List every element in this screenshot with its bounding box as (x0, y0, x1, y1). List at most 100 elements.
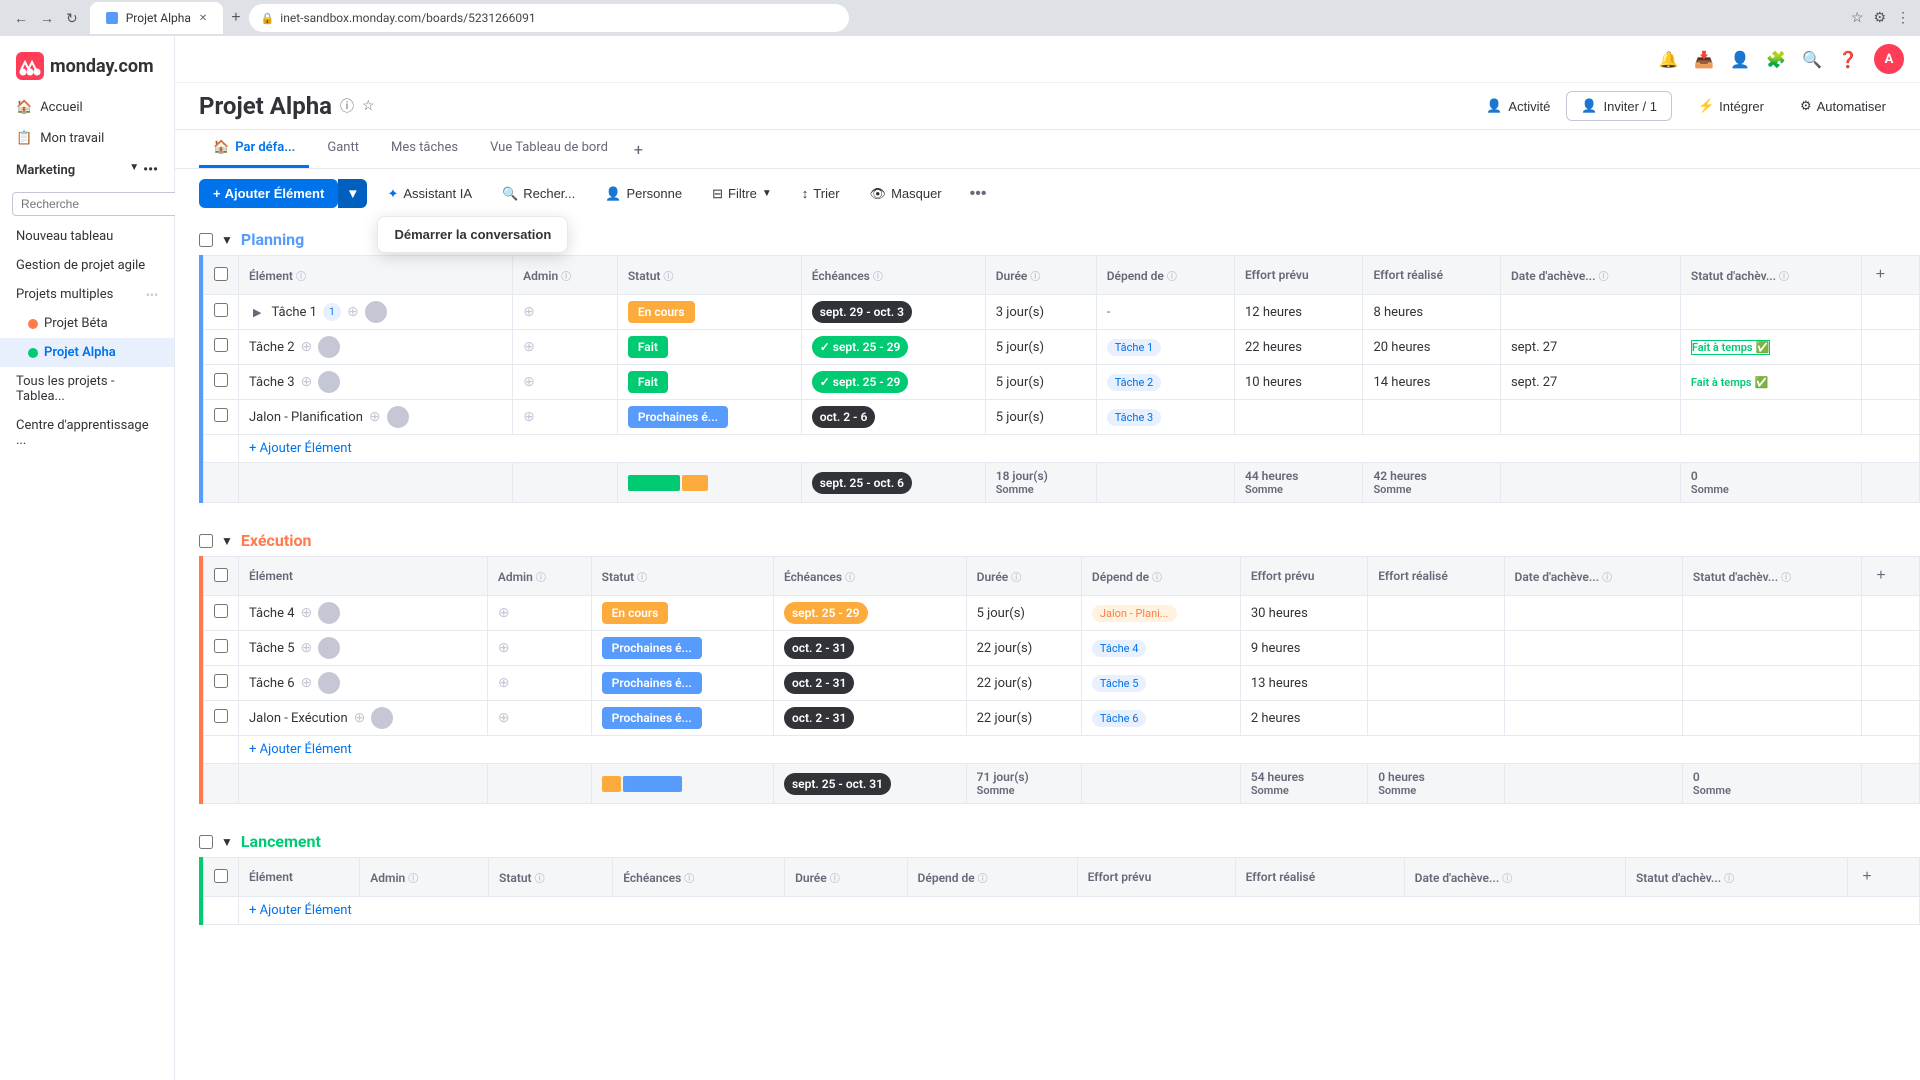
sidebar-item-projets-multiples[interactable]: Projets multiples ••• (0, 280, 174, 309)
inbox-icon[interactable]: 📥 (1694, 50, 1714, 69)
jalon-plan-depend[interactable]: Tâche 3 (1107, 409, 1162, 426)
group-planning-checkbox[interactable] (199, 233, 213, 247)
exec-ech-info[interactable]: ⓘ (845, 573, 855, 584)
exec-date-info[interactable]: ⓘ (1602, 573, 1612, 584)
tache2-admin-icon[interactable]: ⊕ (523, 339, 535, 355)
tache4-depend[interactable]: Jalon - Plani... (1092, 605, 1177, 622)
col-add-execution-button[interactable]: + (1872, 563, 1889, 589)
personne-button[interactable]: 👤 Personne (595, 180, 692, 208)
td-statut-jalon-plan[interactable]: Prochaines é... (617, 400, 801, 435)
sidebar-item-accueil[interactable]: 🏠 Accueil (0, 92, 174, 123)
tab-mes-taches[interactable]: Mes tâches (377, 130, 472, 168)
duree-info-icon[interactable]: ⓘ (1030, 272, 1040, 283)
element-info-icon[interactable]: ⓘ (296, 272, 306, 283)
tab-gantt[interactable]: Gantt (313, 130, 373, 168)
tache2-add-icon[interactable]: ⊕ (301, 339, 313, 355)
exec-stat-ach-info[interactable]: ⓘ (1781, 573, 1791, 584)
lancement-add-element-btn[interactable]: + Ajouter Élément (239, 897, 1920, 925)
td-statut-tache2[interactable]: Fait (617, 330, 801, 365)
statut-ach-info-icon[interactable]: ⓘ (1779, 272, 1789, 283)
group-lancement-checkbox[interactable] (199, 835, 213, 849)
tab-vue-tableau[interactable]: Vue Tableau de bord (476, 130, 622, 168)
menu-icon[interactable]: ⋮ (1896, 10, 1910, 26)
sidebar-section-marketing[interactable]: Marketing ▼ ••• (0, 154, 174, 186)
execution-add-row[interactable]: + Ajouter Élément (204, 736, 1920, 764)
execution-add-element-btn[interactable]: + Ajouter Élément (239, 736, 1920, 764)
sidebar-item-nouveau-tableau[interactable]: Nouveau tableau (0, 222, 174, 251)
profile-icon[interactable]: 👤 (1730, 50, 1750, 69)
sidebar-item-gestion-projet[interactable]: Gestion de projet agile (0, 251, 174, 280)
tache3-depend[interactable]: Tâche 2 (1107, 374, 1162, 391)
extensions-icon[interactable]: ⚙ (1873, 10, 1886, 26)
browser-nav[interactable]: ← → ↻ (10, 8, 82, 29)
planning-add-element-btn[interactable]: + Ajouter Élément (239, 435, 1920, 463)
add-element-dropdown[interactable]: ▼ (338, 179, 367, 208)
group-lancement-toggle[interactable]: ▼ (221, 835, 233, 849)
depend-info-icon[interactable]: ⓘ (1167, 272, 1177, 283)
exec-dep-info[interactable]: ⓘ (1152, 573, 1162, 584)
apps-icon[interactable]: 🧩 (1766, 50, 1786, 69)
info-circle-icon[interactable]: ⓘ (340, 96, 354, 116)
jalon-exec-depend[interactable]: Tâche 6 (1092, 710, 1147, 727)
more-icon[interactable]: ••• (143, 162, 158, 178)
tache4-add-icon[interactable]: ⊕ (301, 605, 313, 621)
jalon-plan-admin-icon[interactable]: ⊕ (523, 409, 535, 425)
sidebar-item-projet-alpha[interactable]: Projet Alpha (0, 338, 174, 367)
sidebar-search-input[interactable] (12, 192, 185, 216)
td-statut-tache3[interactable]: Fait (617, 365, 801, 400)
new-tab-button[interactable]: + (231, 9, 240, 27)
tache2-checkbox[interactable] (214, 338, 228, 352)
tab-add-button[interactable]: + (626, 132, 651, 167)
tache3-add-icon[interactable]: ⊕ (301, 374, 313, 390)
planning-add-row[interactable]: + Ajouter Élément (204, 435, 1920, 463)
help-icon[interactable]: ❓ (1838, 50, 1858, 69)
tache4-admin-icon[interactable]: ⊕ (498, 605, 510, 621)
back-btn[interactable]: ← (10, 8, 32, 28)
url-bar[interactable]: 🔒 inet-sandbox.monday.com/boards/5231266… (249, 4, 849, 32)
exec-admin-info[interactable]: ⓘ (536, 573, 546, 584)
jalon-plan-checkbox[interactable] (214, 408, 228, 422)
tache6-add-icon[interactable]: ⊕ (301, 675, 313, 691)
sidebar-item-mon-travail[interactable]: 📋 Mon travail (0, 123, 174, 154)
tache6-depend[interactable]: Tâche 5 (1092, 675, 1147, 692)
planning-select-all[interactable] (214, 267, 228, 281)
activity-button[interactable]: 👤 Activité (1486, 98, 1550, 114)
group-execution-checkbox[interactable] (199, 534, 213, 548)
forward-btn[interactable]: → (36, 8, 58, 28)
exec-duree-info[interactable]: ⓘ (1011, 573, 1021, 584)
tab-par-defaut[interactable]: 🏠 Par défa... (199, 130, 309, 168)
add-element-button[interactable]: + Ajouter Élément (199, 179, 338, 208)
jalon-exec-checkbox[interactable] (214, 709, 228, 723)
tache1-expand-btn[interactable]: ▶ (249, 304, 265, 321)
col-add-planning-button[interactable]: + (1872, 262, 1889, 288)
jalon-plan-add-icon[interactable]: ⊕ (369, 409, 381, 425)
jalon-exec-admin-icon[interactable]: ⊕ (498, 710, 510, 726)
browser-tab[interactable]: Projet Alpha ✕ (90, 2, 224, 34)
star-icon[interactable]: ☆ (362, 98, 375, 114)
td-statut-tache1[interactable]: En cours (617, 295, 801, 330)
tache3-checkbox[interactable] (214, 373, 228, 387)
tache5-admin-icon[interactable]: ⊕ (498, 640, 510, 656)
sidebar-item-tous-projets[interactable]: Tous les projets - Tablea... (0, 367, 174, 411)
tache4-checkbox[interactable] (214, 604, 228, 618)
invite-button[interactable]: 👤 Inviter / 1 (1566, 91, 1672, 121)
tache1-checkbox[interactable] (214, 303, 228, 317)
trier-button[interactable]: ↕ Trier (792, 180, 850, 207)
sidebar-item-projet-beta[interactable]: Projet Béta (0, 309, 174, 338)
jalon-exec-add-icon[interactable]: ⊕ (354, 710, 366, 726)
execution-select-all[interactable] (214, 568, 228, 582)
tache1-admin-icon[interactable]: ⊕ (523, 304, 535, 320)
search-icon[interactable]: 🔍 (1802, 50, 1822, 69)
admin-info-icon[interactable]: ⓘ (561, 272, 571, 283)
filtre-button[interactable]: ⊟ Filtre ▼ (702, 180, 782, 208)
assistant-ia-button[interactable]: ✦ Assistant IA Démarrer la conversation (377, 180, 482, 208)
tache5-depend[interactable]: Tâche 4 (1092, 640, 1147, 657)
masquer-button[interactable]: 👁 Masquer (860, 180, 952, 208)
avatar-icon[interactable]: A (1874, 44, 1904, 74)
bookmark-icon[interactable]: ☆ (1851, 10, 1864, 26)
toolbar-more-button[interactable]: ••• (962, 181, 995, 207)
tache6-checkbox[interactable] (214, 674, 228, 688)
echeances-info-icon[interactable]: ⓘ (873, 272, 883, 283)
more-items-icon[interactable]: ••• (146, 288, 158, 302)
sidebar-item-centre-apprentissage[interactable]: Centre d'apprentissage ... (0, 411, 174, 455)
